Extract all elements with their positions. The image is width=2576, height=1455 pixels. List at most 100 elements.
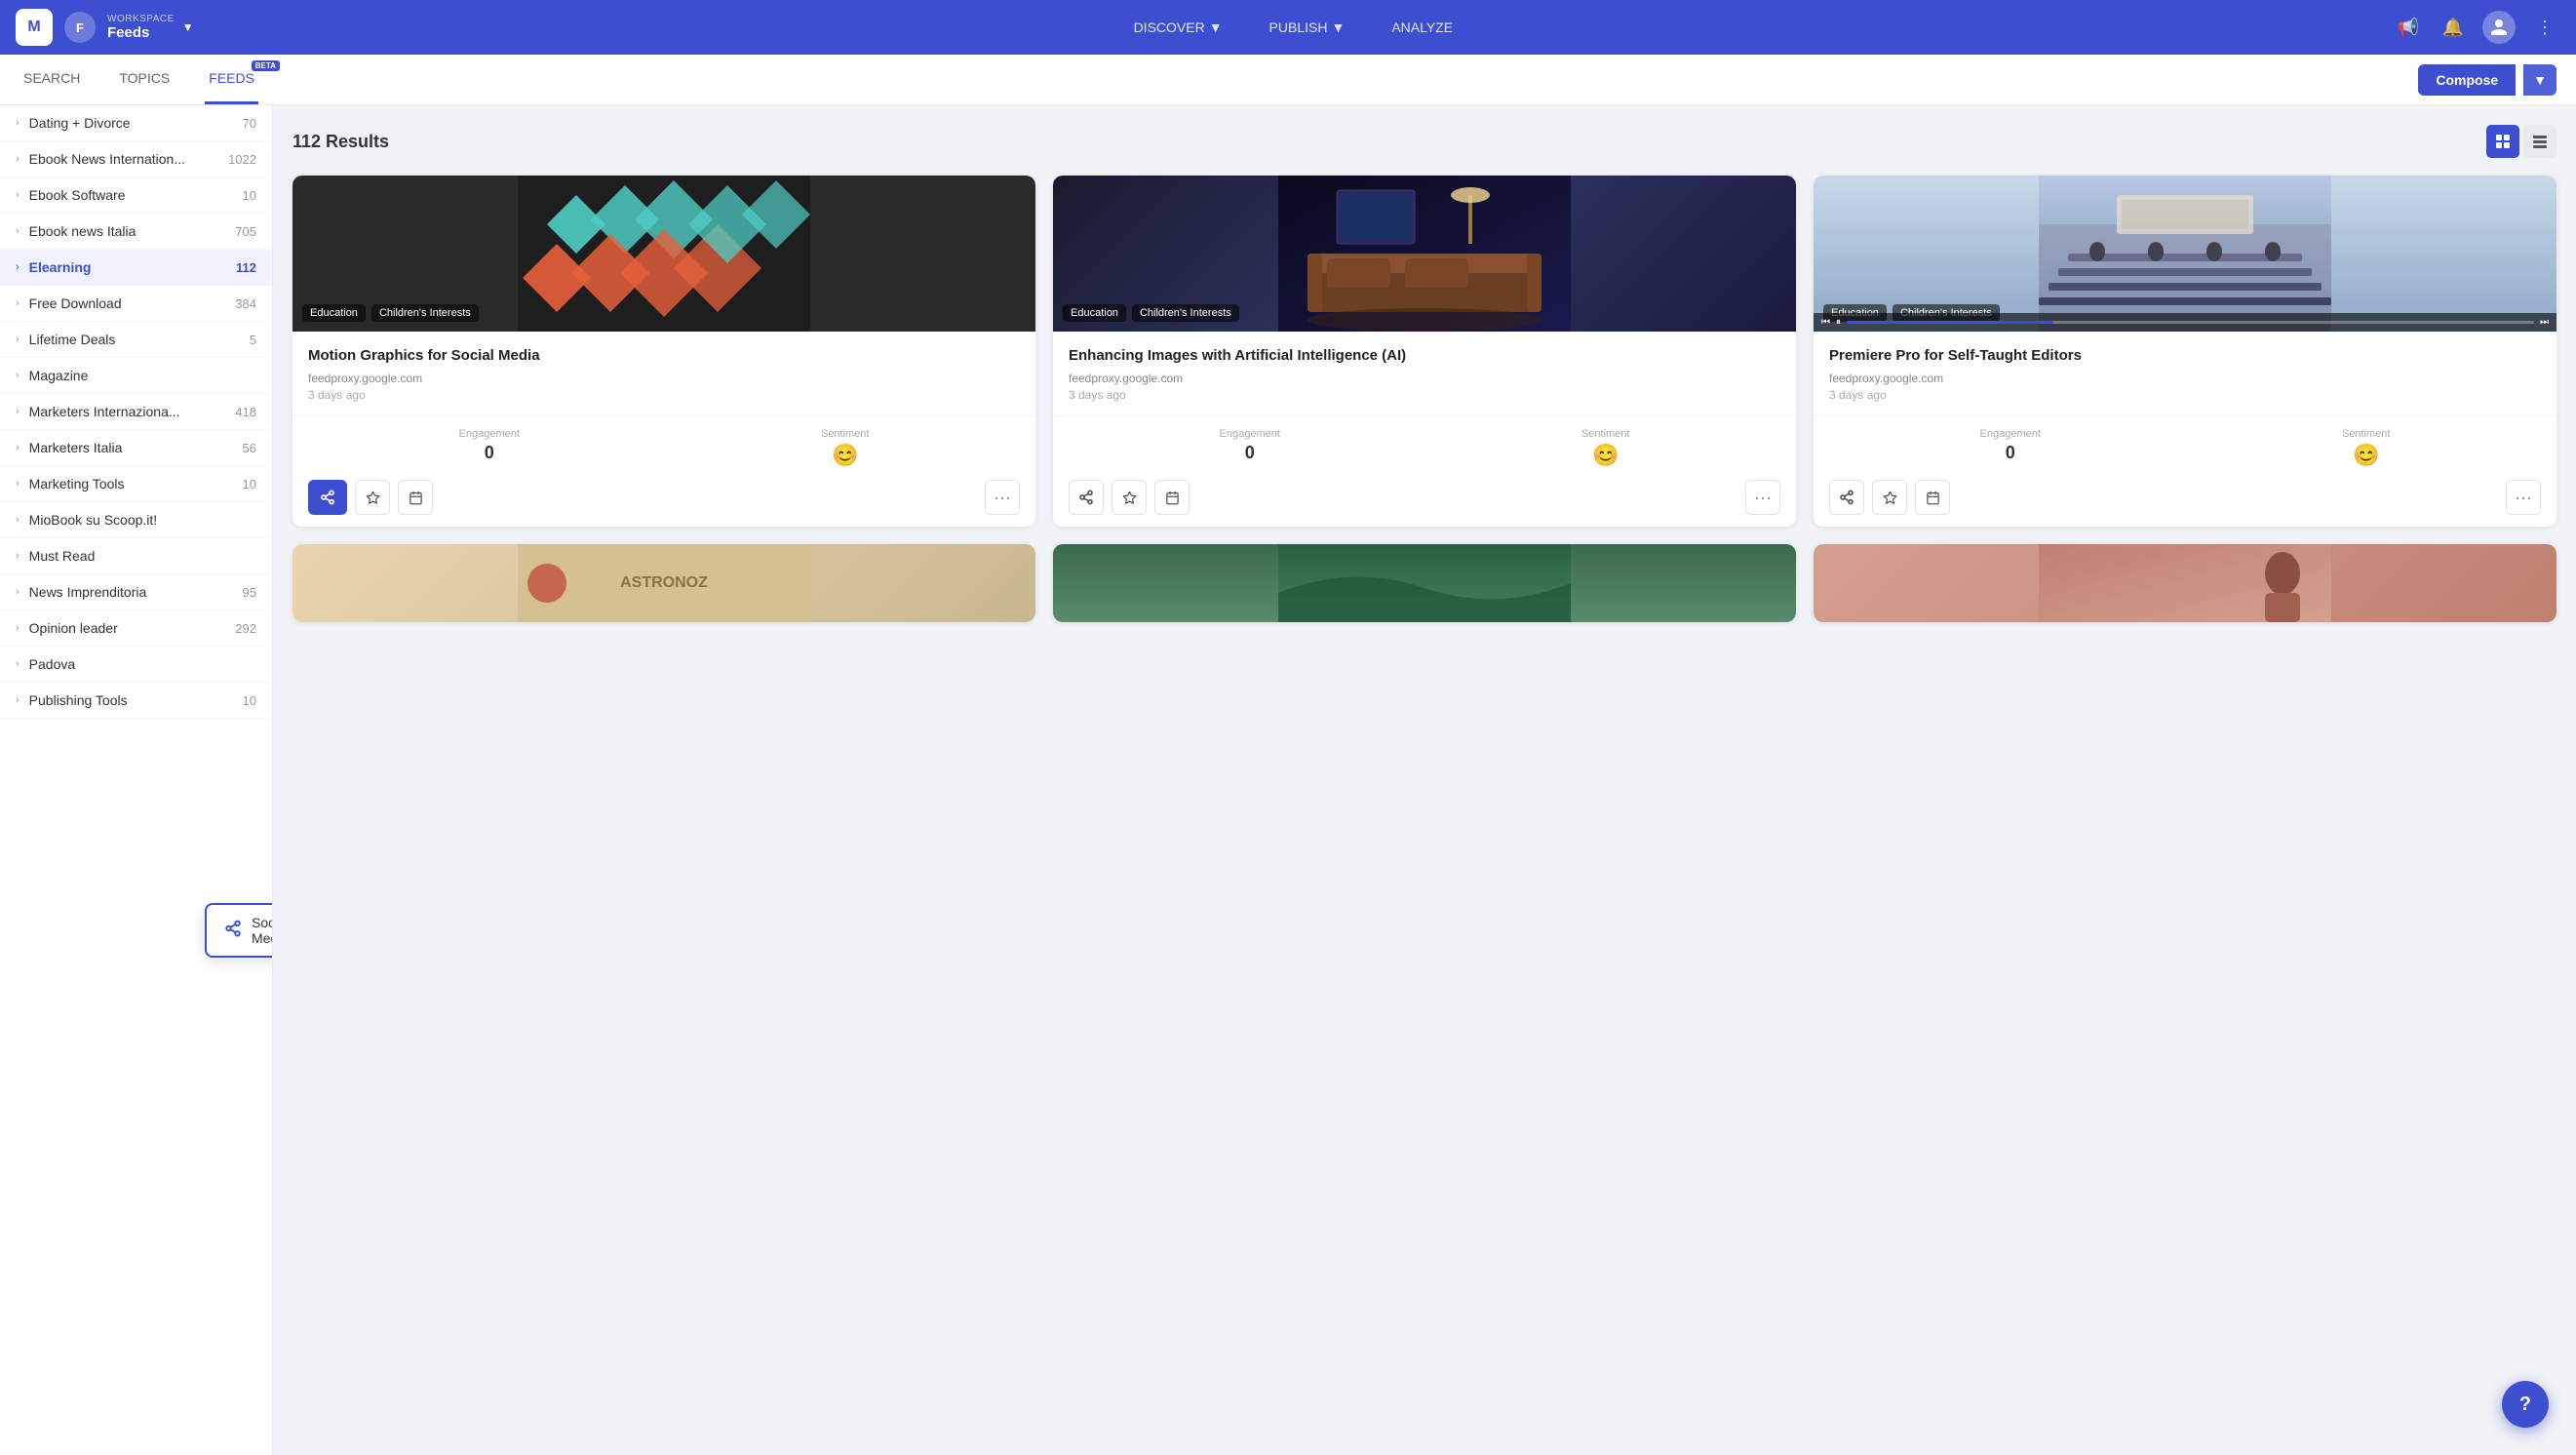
calendar-action-button-2[interactable] bbox=[1154, 480, 1190, 515]
top-navigation: M F WORKSPACE Feeds ▼ DISCOVER ▼ PUBLISH… bbox=[0, 0, 2576, 55]
sidebar-item-news-imprenditoria[interactable]: › News Imprenditoria 95 bbox=[0, 574, 272, 610]
share-action-button-2[interactable] bbox=[1069, 480, 1104, 515]
sidebar-item-miobook[interactable]: › MioBook su Scoop.it! bbox=[0, 502, 272, 538]
sidebar-chevron-icon: › bbox=[16, 586, 20, 598]
more-action-button-2[interactable]: ··· bbox=[1745, 480, 1780, 515]
sidebar-chevron-icon: › bbox=[16, 514, 20, 526]
sidebar-chevron-icon: › bbox=[16, 297, 20, 309]
sidebar-item-elearning[interactable]: › Elearning 112 bbox=[0, 250, 272, 286]
sidebar-chevron-icon: › bbox=[16, 694, 20, 706]
card-tag-education: Education bbox=[302, 304, 366, 322]
bell-icon[interactable]: 🔔 bbox=[2438, 12, 2469, 43]
sidebar-chevron-icon: › bbox=[16, 478, 20, 490]
share-icon bbox=[224, 920, 242, 942]
calendar-action-button-1[interactable] bbox=[398, 480, 433, 515]
card-motion-graphics: Education Children's Interests Motion Gr… bbox=[293, 176, 1035, 527]
card-actions-2: ··· bbox=[1069, 480, 1780, 515]
workspace-chevron-icon: ▼ bbox=[182, 20, 194, 34]
sidebar-chevron-icon: › bbox=[16, 153, 20, 165]
discover-nav-item[interactable]: DISCOVER ▼ bbox=[1126, 16, 1230, 39]
sidebar-chevron-icon: › bbox=[16, 261, 20, 273]
tab-feeds[interactable]: FEEDS BETA bbox=[205, 55, 258, 104]
partial-pattern-2 bbox=[1053, 544, 1796, 622]
workspace-switcher[interactable]: WORKSPACE Feeds ▼ bbox=[107, 14, 194, 41]
card-tag-education-2: Education bbox=[1063, 304, 1126, 322]
progress-fill bbox=[1847, 321, 2053, 324]
card-footer-3: Engagement 0 Sentiment 😊 bbox=[1814, 415, 2556, 527]
card-time-3: 3 days ago bbox=[1829, 388, 2541, 402]
prev-icon[interactable]: ⏮ bbox=[1821, 317, 1830, 328]
view-toggle bbox=[2486, 125, 2556, 158]
more-options-icon[interactable]: ⋮ bbox=[2529, 12, 2560, 43]
tooltip-label: Social Media bbox=[252, 915, 273, 946]
sidebar-item-dating-divorce[interactable]: › Dating + Divorce 70 bbox=[0, 105, 272, 141]
megaphone-icon[interactable]: 📢 bbox=[2393, 12, 2424, 43]
bookmark-action-button-3[interactable] bbox=[1872, 480, 1907, 515]
video-controls: ⏮ ⏸ ⏭ bbox=[1814, 313, 2556, 332]
card-engagement-3: Engagement 0 bbox=[1980, 428, 2041, 468]
share-action-button-3[interactable] bbox=[1829, 480, 1864, 515]
beta-badge: BETA bbox=[252, 60, 280, 71]
sidebar-item-ebook-software[interactable]: › Ebook Software 10 bbox=[0, 177, 272, 214]
card-partial-image-1: ASTRONOZ bbox=[293, 544, 1035, 622]
sidebar-item-free-download[interactable]: › Free Download 384 bbox=[0, 286, 272, 322]
card-partial-image-3 bbox=[1814, 544, 2556, 622]
card-footer-1: Engagement 0 Sentiment 😊 bbox=[293, 415, 1035, 527]
card-partial-1: ASTRONOZ bbox=[293, 544, 1035, 622]
topnav-right-actions: 📢 🔔 ⋮ bbox=[2393, 11, 2560, 44]
sidebar-item-ebook-news-italia[interactable]: › Ebook news Italia 705 bbox=[0, 214, 272, 250]
sidebar-chevron-icon: › bbox=[16, 189, 20, 201]
publish-nav-item[interactable]: PUBLISH ▼ bbox=[1262, 16, 1353, 39]
analyze-nav-item[interactable]: ANALYZE bbox=[1384, 16, 1461, 39]
smiley-icon-2: 😊 bbox=[1581, 443, 1630, 468]
list-view-button[interactable] bbox=[2523, 125, 2556, 158]
results-count: 112 Results bbox=[293, 132, 389, 152]
help-button[interactable]: ? bbox=[2502, 1381, 2549, 1428]
bookmark-action-button-1[interactable] bbox=[355, 480, 390, 515]
card-premiere-pro: Education Children's Interests ⏮ ⏸ ⏭ Pr bbox=[1814, 176, 2556, 527]
grid-view-button[interactable] bbox=[2486, 125, 2519, 158]
partial-pattern-3 bbox=[1814, 544, 2556, 622]
more-action-button-1[interactable]: ··· bbox=[985, 480, 1020, 515]
user-avatar[interactable] bbox=[2482, 11, 2516, 44]
sidebar-item-publishing-tools[interactable]: › Publishing Tools 10 bbox=[0, 683, 272, 719]
sub-navigation: SEARCH TOPICS FEEDS BETA Compose ▼ bbox=[0, 55, 2576, 105]
card-sentiment-3: Sentiment 😊 bbox=[2342, 428, 2391, 468]
sidebar-item-padova[interactable]: › Padova bbox=[0, 647, 272, 683]
compose-button[interactable]: Compose bbox=[2418, 64, 2516, 96]
bookmark-action-button-2[interactable] bbox=[1112, 480, 1147, 515]
sidebar-item-marketers-intl[interactable]: › Marketers Internaziona... 418 bbox=[0, 394, 272, 430]
card-body-1: Motion Graphics for Social Media feedpro… bbox=[293, 332, 1035, 415]
card-source-3: feedproxy.google.com bbox=[1829, 372, 2541, 385]
card-metrics-1: Engagement 0 Sentiment 😊 bbox=[308, 428, 1020, 468]
tab-search[interactable]: SEARCH bbox=[20, 55, 84, 104]
sidebar-item-opinion-leader[interactable]: › Opinion leader 292 Social Media bbox=[0, 610, 272, 647]
partial-pattern-1: ASTRONOZ bbox=[293, 544, 1035, 622]
card-actions-1: ··· bbox=[308, 480, 1020, 515]
app-logo[interactable]: M bbox=[16, 9, 53, 46]
more-action-button-3[interactable]: ··· bbox=[2506, 480, 2541, 515]
play-icon[interactable]: ⏸ bbox=[1836, 317, 1841, 328]
svg-text:ASTRONOZ: ASTRONOZ bbox=[620, 574, 708, 591]
card-body-3: Premiere Pro for Self-Taught Editors fee… bbox=[1814, 332, 2556, 415]
card-time-2: 3 days ago bbox=[1069, 388, 1780, 402]
tab-topics[interactable]: TOPICS bbox=[115, 55, 174, 104]
discover-chevron-icon: ▼ bbox=[1209, 20, 1223, 35]
card-engagement-2: Engagement 0 bbox=[1220, 428, 1280, 468]
sidebar-item-must-read[interactable]: › Must Read bbox=[0, 538, 272, 574]
sidebar-item-magazine[interactable]: › Magazine bbox=[0, 358, 272, 394]
sidebar: › Dating + Divorce 70 › Ebook News Inter… bbox=[0, 105, 273, 1455]
card-image-2: Education Children's Interests bbox=[1053, 176, 1796, 332]
sidebar-chevron-icon: › bbox=[16, 370, 20, 381]
next-icon[interactable]: ⏭ bbox=[2540, 317, 2549, 328]
sidebar-item-marketing-tools[interactable]: › Marketing Tools 10 bbox=[0, 466, 272, 502]
sidebar-item-lifetime-deals[interactable]: › Lifetime Deals 5 bbox=[0, 322, 272, 358]
sidebar-item-marketers-italia[interactable]: › Marketers Italia 56 bbox=[0, 430, 272, 466]
share-action-button-1[interactable] bbox=[308, 480, 347, 515]
card-time-1: 3 days ago bbox=[308, 388, 1020, 402]
sidebar-item-ebook-news-intl[interactable]: › Ebook News Internation... 1022 bbox=[0, 141, 272, 177]
sidebar-chevron-icon: › bbox=[16, 117, 20, 129]
compose-dropdown-button[interactable]: ▼ bbox=[2523, 64, 2556, 96]
calendar-action-button-3[interactable] bbox=[1915, 480, 1950, 515]
smiley-icon-3: 😊 bbox=[2342, 443, 2391, 468]
